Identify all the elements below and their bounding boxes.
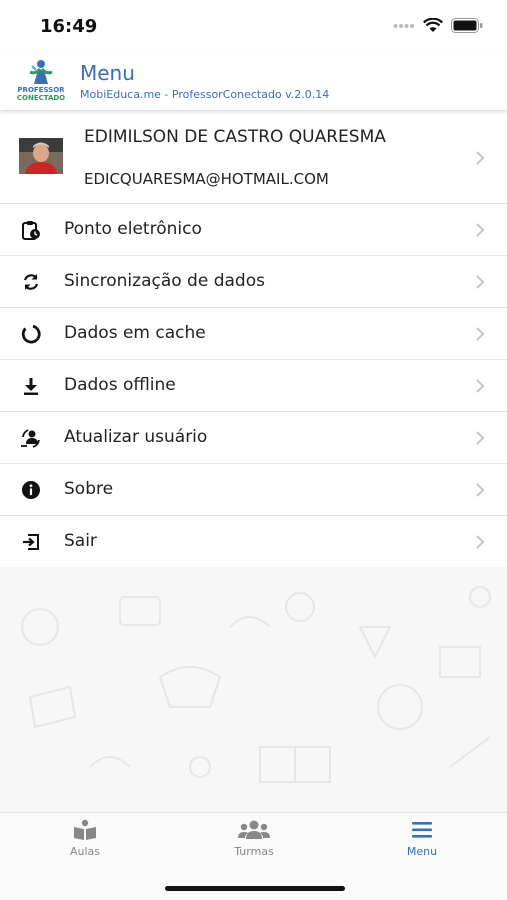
chevron-right-icon [476, 151, 485, 165]
chevron-right-icon [476, 483, 485, 497]
menu-list: Ponto eletrônico Sincronização de dados … [0, 204, 507, 568]
menu-item-ponto-eletronico[interactable]: Ponto eletrônico [0, 204, 507, 256]
signal-dots-icon [393, 23, 414, 28]
profile-email: EDICQUARESMA@HOTMAIL.COM [84, 170, 329, 188]
profile-name: EDIMILSON DE CASTRO QUARESMA [84, 127, 386, 147]
users-icon [238, 820, 270, 839]
menu-item-label: Dados offline [64, 375, 176, 395]
menu-item-sincronizacao[interactable]: Sincronização de dados [0, 256, 507, 308]
tab-menu[interactable]: Menu [362, 819, 482, 869]
menu-item-dados-cache[interactable]: Dados em cache [0, 308, 507, 360]
book-icon [74, 819, 96, 840]
menu-item-atualizar-usuario[interactable]: Atualizar usuário [0, 412, 507, 464]
app-header: PROFESSOR CONECTADO Menu MobiEduca.me - … [0, 52, 507, 110]
user-refresh-icon [21, 429, 40, 448]
menu-item-sair[interactable]: Sair [0, 516, 507, 568]
battery-icon [451, 18, 483, 33]
chevron-right-icon [476, 275, 485, 289]
chevron-right-icon [476, 223, 485, 237]
status-time: 16:49 [40, 16, 98, 37]
tab-label: Turmas [234, 845, 274, 858]
menu-item-dados-offline[interactable]: Dados offline [0, 360, 507, 412]
sync-icon [23, 274, 39, 290]
app-logo: PROFESSOR CONECTADO [12, 58, 70, 104]
tab-turmas[interactable]: Turmas [194, 819, 314, 869]
app-version: MobiEduca.me - ProfessorConectado v.2.0.… [80, 88, 330, 101]
logo-line1: PROFESSOR [17, 86, 65, 94]
logo-figure-icon [29, 60, 53, 84]
menu-icon [412, 822, 432, 838]
home-indicator[interactable] [165, 886, 345, 891]
menu-item-label: Atualizar usuário [64, 427, 208, 447]
page-title: Menu [80, 61, 135, 85]
status-icons [393, 18, 483, 33]
sign-out-icon [23, 534, 39, 550]
wifi-icon [423, 18, 443, 32]
menu-item-label: Ponto eletrônico [64, 219, 202, 239]
logo-line2: CONECTADO [16, 94, 66, 102]
chevron-right-icon [476, 535, 485, 549]
info-icon [22, 481, 40, 499]
menu-item-label: Sincronização de dados [64, 271, 265, 291]
tab-bar: Aulas Turmas Menu [0, 812, 507, 900]
download-icon [24, 378, 38, 395]
chevron-right-icon [476, 431, 485, 445]
menu-item-label: Dados em cache [64, 323, 206, 343]
circle-notch-icon [21, 324, 41, 344]
doodle-pattern-icon [21, 586, 491, 783]
tab-label: Aulas [69, 845, 101, 858]
avatar [19, 138, 63, 174]
tab-aulas[interactable]: Aulas [25, 819, 145, 869]
menu-item-label: Sair [64, 531, 97, 551]
status-bar: 16:49 [0, 0, 507, 50]
tab-label: Menu [406, 845, 438, 858]
chevron-right-icon [476, 327, 485, 341]
background-doodle-pattern [0, 567, 507, 812]
chevron-right-icon [476, 379, 485, 393]
profile-row[interactable]: EDIMILSON DE CASTRO QUARESMA EDICQUARESM… [0, 112, 507, 204]
menu-item-sobre[interactable]: Sobre [0, 464, 507, 516]
menu-item-label: Sobre [64, 479, 114, 499]
clipboard-clock-icon [22, 221, 40, 240]
